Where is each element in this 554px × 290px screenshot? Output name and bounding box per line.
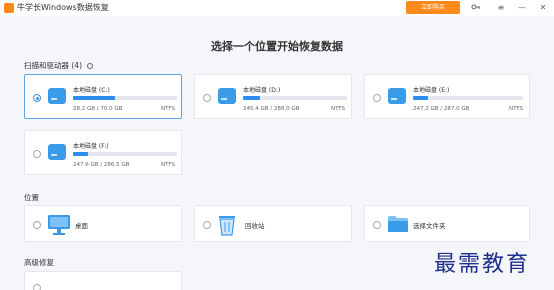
- drives-section-text: 扫描和驱动器 (4): [24, 61, 83, 70]
- hard-drive-icon: [48, 144, 66, 160]
- drive-usage-bar: [413, 96, 523, 100]
- hard-drive-icon: [218, 88, 236, 104]
- advanced-section-label: 高级修复: [24, 258, 54, 267]
- drive-usage-fill: [73, 152, 88, 156]
- drive-size: 247.6 GB / 286.5 GB: [73, 162, 130, 168]
- location-section-label: 位置: [24, 193, 39, 202]
- drive-size: 247.2 GB / 287.0 GB: [413, 106, 470, 112]
- drive-usage-bar: [73, 152, 177, 156]
- drive-card-e[interactable]: 本地磁盘 (E:) 247.2 GB / 287.0 GB NTFS: [364, 74, 530, 119]
- drive-usage-fill: [73, 96, 115, 100]
- drive-card-d[interactable]: 本地磁盘 (D:) 245.4 GB / 288.0 GB NTFS: [194, 74, 352, 119]
- location-card-recycle-bin[interactable]: 回收站: [194, 205, 352, 242]
- recycle-bin-label: 回收站: [245, 222, 265, 230]
- drive-filesystem: NTFS: [508, 106, 523, 112]
- drive-d-radio[interactable]: [203, 94, 211, 102]
- drive-filesystem: NTFS: [330, 106, 345, 112]
- drive-filesystem: NTFS: [160, 162, 175, 168]
- recycle-bin-icon: [219, 216, 235, 236]
- watermark-text: 最需教育: [434, 252, 531, 277]
- drive-usage-fill: [413, 96, 429, 100]
- drive-usage-bar: [73, 96, 177, 100]
- location-card-select-folder[interactable]: 选择文件夹: [364, 205, 530, 242]
- key-icon[interactable]: [470, 2, 482, 14]
- drive-size: 28.2 GB / 70.0 GB: [73, 106, 123, 112]
- buy-now-button[interactable]: 立即购买: [406, 1, 460, 14]
- title-bar: 牛学长Windows数据恢复 立即购买 ≡ — ✕: [0, 0, 554, 16]
- select-folder-label: 选择文件夹: [413, 222, 446, 230]
- desktop-radio[interactable]: [33, 221, 41, 229]
- drive-e-radio[interactable]: [373, 94, 381, 102]
- drive-c-radio[interactable]: [33, 94, 41, 102]
- drive-card-f[interactable]: 本地磁盘 (F:) 247.6 GB / 286.5 GB NTFS: [24, 130, 182, 175]
- drive-f-radio[interactable]: [33, 150, 41, 158]
- monitor-icon: [48, 215, 70, 235]
- advanced-repair-radio[interactable]: [33, 284, 41, 290]
- recycle-bin-radio[interactable]: [203, 221, 211, 229]
- drive-name: 本地磁盘 (C:): [73, 87, 110, 94]
- desktop-label: 桌面: [75, 222, 88, 230]
- drive-usage-bar: [243, 96, 347, 100]
- drives-section-label: 扫描和驱动器 (4): [24, 60, 94, 71]
- close-icon[interactable]: ✕: [537, 2, 549, 14]
- refresh-icon[interactable]: [87, 63, 94, 69]
- drive-usage-fill: [243, 96, 260, 100]
- drive-name: 本地磁盘 (F:): [73, 143, 109, 150]
- app-title: 牛学长Windows数据恢复: [17, 3, 109, 12]
- advanced-repair-card[interactable]: [24, 271, 182, 290]
- drive-size: 245.4 GB / 288.0 GB: [243, 106, 300, 112]
- drive-name: 本地磁盘 (D:): [243, 87, 281, 94]
- drive-name: 本地磁盘 (E:): [413, 87, 450, 94]
- select-folder-radio[interactable]: [373, 221, 381, 229]
- hard-drive-icon: [48, 88, 66, 104]
- settings-icon[interactable]: ≡: [495, 2, 507, 14]
- location-card-desktop[interactable]: 桌面: [24, 205, 182, 242]
- page-title: 选择一个位置开始恢复数据: [211, 40, 343, 53]
- folder-icon: [388, 216, 408, 232]
- drive-card-c[interactable]: 本地磁盘 (C:) 28.2 GB / 70.0 GB NTFS: [24, 74, 182, 119]
- hard-drive-icon: [388, 88, 406, 104]
- app-logo-icon: [4, 3, 14, 13]
- minimize-icon[interactable]: —: [516, 2, 528, 14]
- drive-filesystem: NTFS: [160, 106, 175, 112]
